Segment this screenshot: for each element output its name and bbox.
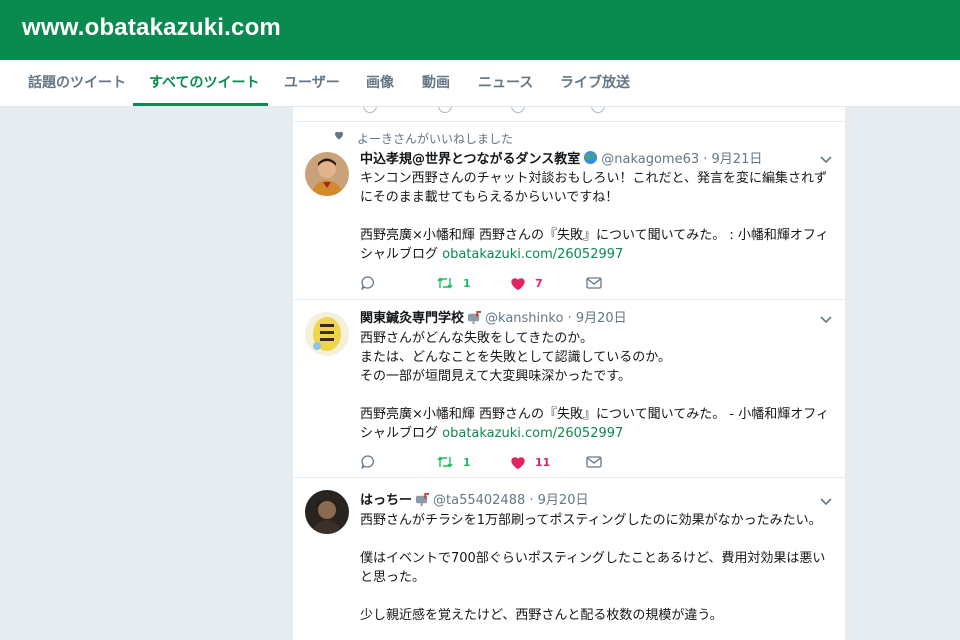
- school-mascot-image: [305, 312, 349, 356]
- tweet-item[interactable]: よーきさんがいいねしました 中込孝規@世界とつながるダンス教室 @nakagome…: [293, 122, 845, 300]
- like-button[interactable]: 7: [510, 273, 543, 293]
- tweet-line: [360, 530, 836, 549]
- tweet-line: [360, 386, 836, 405]
- tweet-line: [360, 207, 836, 226]
- tweet-line: シャルブログ: [360, 247, 443, 262]
- reply-button[interactable]: [360, 452, 376, 472]
- heart-icon: [511, 456, 525, 469]
- reply-icon[interactable]: [363, 107, 377, 113]
- chevron-down-icon[interactable]: [819, 494, 833, 508]
- tab-live[interactable]: ライブ放送: [560, 60, 630, 106]
- tweet-line: 西野さんがどんな失敗をしてきたのか。: [360, 331, 593, 346]
- tweet-date[interactable]: 9月20日: [576, 311, 627, 326]
- display-name[interactable]: 関東鍼灸専門学校: [360, 311, 464, 326]
- tweet-timeline[interactable]: よーきさんがいいねしました 中込孝規@世界とつながるダンス教室 @nakagome…: [293, 107, 845, 640]
- user-handle[interactable]: @ta55402488: [433, 493, 525, 508]
- tweet-actions: 1 11: [360, 452, 660, 472]
- retweet-icon: [437, 277, 453, 289]
- tweet-line: [360, 587, 836, 606]
- avatar[interactable]: [305, 490, 349, 534]
- retweet-count: 1: [463, 276, 471, 290]
- tweet-line: 西野亮廣×小幡和輝 西野さんの『失敗』について聞いてみた。 - 小幡和輝オフィ: [360, 407, 829, 422]
- like-count: 7: [535, 276, 543, 290]
- site-title[interactable]: www.obatakazuki.com: [22, 14, 281, 42]
- envelope-icon: [586, 456, 602, 468]
- user-photo: [305, 490, 349, 534]
- like-icon[interactable]: [511, 107, 525, 113]
- reply-button[interactable]: [360, 273, 376, 293]
- tab-all-tweets[interactable]: すべてのツイート: [149, 60, 259, 106]
- chevron-down-icon[interactable]: [819, 312, 833, 326]
- mailbox-icon: [467, 311, 482, 330]
- previous-tweet-actions: [293, 107, 845, 122]
- tweet-header: 中込孝規@世界とつながるダンス教室 @nakagome63 · 9月21日: [360, 150, 762, 171]
- retweet-icon: [437, 456, 453, 468]
- tweet-line: または、どんなことを失敗として認識しているのか。: [360, 350, 671, 365]
- tweet-item[interactable]: はっちー @ta55402488 · 9月20日 西野さんがチラシを1万部刷ってポ…: [293, 478, 845, 640]
- tweet-line: と思った。: [360, 570, 426, 585]
- display-name[interactable]: はっちー: [360, 493, 412, 508]
- tweet-line: 西野さんがチラシを1万部刷ってポスティングしたのに効果がなかったみたい。: [360, 513, 822, 528]
- tweet-item[interactable]: 関東鍼灸専門学校 @kanshinko · 9月20日 西野さんがどんな失敗をして…: [293, 300, 845, 478]
- tweet-line: 少し親近感を覚えたけど、西野さんと配る枚数の規模が違う。: [360, 608, 723, 623]
- globe-icon: [583, 150, 598, 171]
- reply-icon: [361, 276, 374, 290]
- tweet-header: はっちー @ta55402488 · 9月20日: [360, 492, 588, 512]
- tweet-text: 西野さんがチラシを1万部刷ってポスティングしたのに効果がなかったみたい。 僕はイ…: [360, 511, 836, 625]
- like-button[interactable]: 11: [510, 452, 550, 472]
- tweet-date[interactable]: 9月21日: [712, 152, 763, 167]
- search-tabs: 話題のツイート すべてのツイート ユーザー 画像 動画 ニュース ライブ放送: [0, 60, 960, 107]
- mailbox-icon: [415, 493, 430, 512]
- tweet-line: キンコン西野さんのチャット対談おもしろい！これだと、発言を変に編集されず: [360, 171, 827, 186]
- tweet-header: 関東鍼灸専門学校 @kanshinko · 9月20日: [360, 310, 627, 330]
- heart-icon: [511, 277, 525, 290]
- tab-news[interactable]: ニュース: [478, 60, 533, 106]
- user-handle[interactable]: @nakagome63: [601, 152, 699, 167]
- user-photo: [305, 152, 349, 196]
- retweet-button[interactable]: 1: [436, 273, 471, 293]
- tweet-date[interactable]: 9月20日: [538, 493, 589, 508]
- message-button[interactable]: [586, 452, 602, 472]
- tweet-actions: 1 7: [360, 273, 660, 293]
- message-button[interactable]: [586, 273, 602, 293]
- chevron-down-icon[interactable]: [819, 152, 833, 166]
- tweet-line: 僕はイベントで700部ぐらいポスティングしたことあるけど、費用対効果は悪い: [360, 551, 826, 566]
- tweet-line: その一部が垣間見えて大変興味深かったです。: [360, 369, 632, 384]
- tab-videos[interactable]: 動画: [422, 60, 450, 106]
- like-context: よーきさんがいいねしました: [335, 130, 513, 147]
- tweet-line: 西野亮廣×小幡和輝 西野さんの『失敗』について聞いてみた。 : 小幡和輝オフィ: [360, 228, 829, 243]
- tweet-link[interactable]: obatakazuki.com/26052997: [442, 247, 623, 262]
- message-icon[interactable]: [591, 107, 605, 113]
- avatar[interactable]: [305, 152, 349, 196]
- like-count: 11: [535, 455, 551, 469]
- user-handle[interactable]: @kanshinko: [485, 311, 563, 326]
- reply-icon: [361, 455, 374, 469]
- retweet-icon[interactable]: [438, 107, 452, 113]
- tab-users[interactable]: ユーザー: [284, 60, 340, 106]
- top-bar: www.obatakazuki.com: [0, 0, 960, 60]
- avatar[interactable]: [305, 312, 349, 356]
- tweet-link[interactable]: obatakazuki.com/26052997: [442, 426, 623, 441]
- display-name[interactable]: 中込孝規@世界とつながるダンス教室: [360, 152, 580, 167]
- retweet-count: 1: [463, 455, 471, 469]
- heart-icon: [335, 131, 343, 140]
- active-tab-indicator: [133, 103, 268, 106]
- tab-images[interactable]: 画像: [366, 60, 394, 106]
- context-text: よーきさんがいいねしました: [357, 132, 514, 146]
- tweet-text: キンコン西野さんのチャット対談おもしろい！これだと、発言を変に編集されず にその…: [360, 169, 836, 264]
- retweet-button[interactable]: 1: [436, 452, 471, 472]
- tweet-text: 西野さんがどんな失敗をしてきたのか。 または、どんなことを失敗として認識している…: [360, 329, 836, 443]
- envelope-icon: [586, 277, 602, 289]
- tweet-line: にそのまま載せてもらえるからいいですね！: [360, 190, 619, 205]
- tweet-line: シャルブログ: [360, 426, 443, 441]
- tab-top-tweets[interactable]: 話題のツイート: [28, 60, 126, 106]
